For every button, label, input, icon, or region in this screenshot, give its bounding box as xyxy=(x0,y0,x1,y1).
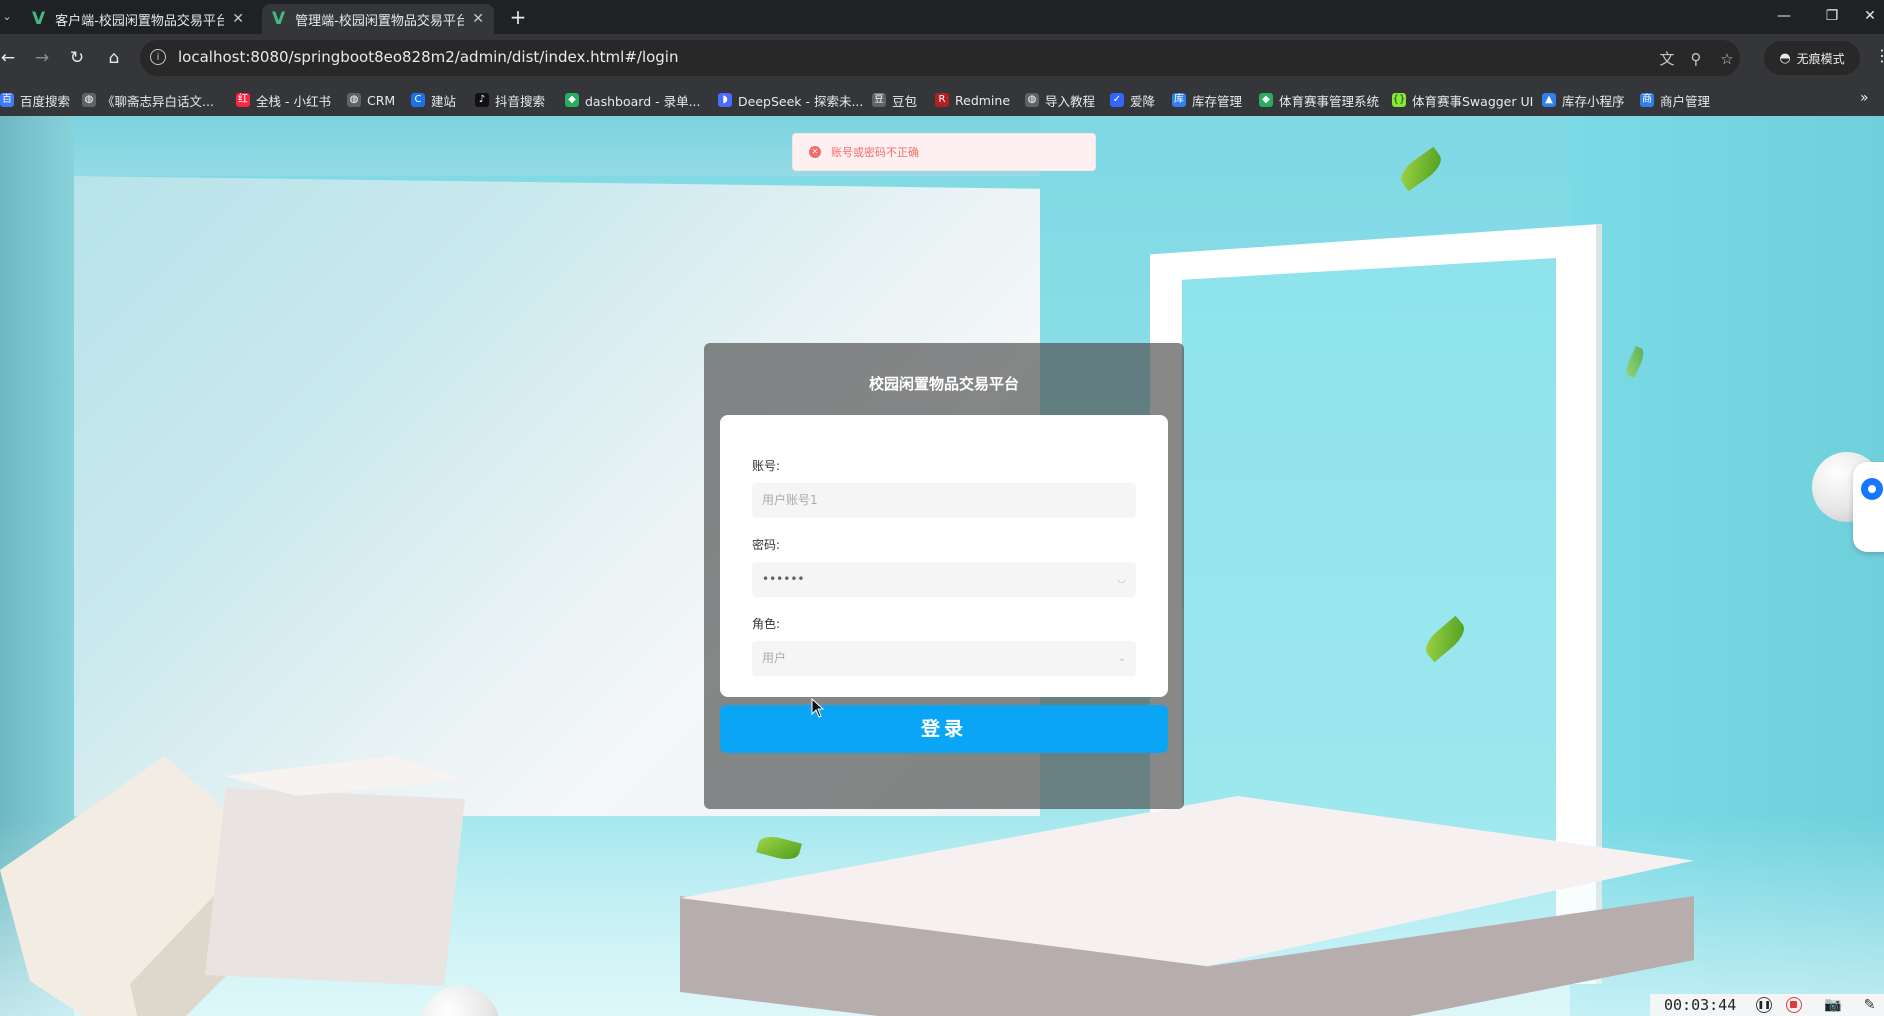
vue-logo-icon: V xyxy=(272,9,286,29)
camera-icon[interactable]: 📷 xyxy=(1824,997,1841,1013)
browser-tab-admin[interactable]: V 管理端-校园闲置物品交易平台 ✕ xyxy=(262,4,494,34)
baidu-icon: 百 xyxy=(0,93,14,107)
password-input[interactable]: •••••• ◡ xyxy=(752,562,1136,597)
douyin-icon: ♪ xyxy=(475,93,489,107)
bookmark-item[interactable]: ◆ dashboard - 录单... xyxy=(565,91,701,109)
restore-icon[interactable]: ❐ xyxy=(1812,0,1852,32)
close-tab-icon[interactable]: ✕ xyxy=(472,11,484,27)
tab-search-chevron-icon[interactable]: ⌄ xyxy=(0,6,14,28)
account-input[interactable]: 用户账号1 xyxy=(752,483,1136,518)
bookmark-item[interactable]: 红全栈 - 小红书 xyxy=(236,91,331,109)
bookmark-item[interactable]: 豆豆包 xyxy=(872,91,917,109)
browser-tab-client[interactable]: V 客户端-校园闲置物品交易平台 ✕ xyxy=(22,4,254,34)
home-icon[interactable]: ⌂ xyxy=(100,44,128,72)
reload-icon[interactable]: ↻ xyxy=(63,44,91,72)
incognito-icon: ◓ xyxy=(1779,50,1791,66)
screen-recorder-bar: 00:03:44 ❚❚ 📷 ✎ xyxy=(1650,994,1884,1016)
more-bookmarks-icon[interactable]: » xyxy=(1860,90,1869,106)
incognito-label: 无痕模式 xyxy=(1796,51,1845,66)
mouse-cursor-icon xyxy=(811,698,825,718)
leaf-decoration-icon xyxy=(1395,146,1447,192)
close-window-icon[interactable]: ✕ xyxy=(1856,0,1884,32)
bookmark-item[interactable]: C 建站 xyxy=(411,91,456,109)
pause-icon[interactable]: ❚❚ xyxy=(1756,997,1773,1013)
shield-icon: ✓ xyxy=(1110,93,1124,107)
browser-tab-bar: ⌄ V 客户端-校园闲置物品交易平台 ✕ V 管理端-校园闲置物品交易平台 ✕ … xyxy=(0,0,1884,34)
site-info-icon[interactable]: i xyxy=(150,49,166,65)
login-card: 校园闲置物品交易平台 账号: 用户账号1 密码: •••••• ◡ 角色: 用户… xyxy=(704,343,1184,809)
incognito-badge[interactable]: ◓ 无痕模式 xyxy=(1764,41,1860,75)
password-toggle-icon[interactable]: ◡ xyxy=(1117,562,1126,597)
app-icon: 商 xyxy=(1640,93,1654,107)
role-select[interactable]: 用户 ⌄ xyxy=(752,641,1136,676)
assistant-icon xyxy=(1861,478,1883,500)
minimize-icon[interactable]: — xyxy=(1764,0,1804,32)
recording-time: 00:03:44 xyxy=(1664,996,1737,1014)
bookmark-item[interactable]: ◍ 《聊斋志异白话文... xyxy=(82,91,214,109)
tab-title: 客户端-校园闲置物品交易平台 xyxy=(55,13,225,29)
doubao-icon: 豆 xyxy=(872,93,886,107)
globe-icon: ◍ xyxy=(347,93,361,107)
floating-assistant-widget[interactable] xyxy=(1853,462,1884,552)
tab-title: 管理端-校园闲置物品交易平台 xyxy=(295,13,465,29)
login-title: 校园闲置物品交易平台 xyxy=(868,375,1019,393)
site-icon: C xyxy=(411,93,425,107)
dashboard-icon: ◆ xyxy=(565,93,579,107)
swagger-icon: {} xyxy=(1392,93,1406,107)
bookmark-item[interactable]: 库库存管理 xyxy=(1172,91,1242,109)
globe-icon: ◍ xyxy=(1025,93,1039,107)
chevron-down-icon: ⌄ xyxy=(1117,653,1126,664)
xiaohongshu-icon: 红 xyxy=(236,93,250,107)
error-message-text: 账号或密码不正确 xyxy=(831,146,919,159)
bookmark-star-icon[interactable]: ☆ xyxy=(1716,48,1738,70)
account-label: 账号: xyxy=(752,459,781,473)
browser-toolbar: ← → ↻ ⌂ i localhost:8080/springboot8eo82… xyxy=(0,34,1884,82)
bookmark-item[interactable]: ✓ 爱降 xyxy=(1110,91,1155,109)
mini-app-icon: ▲ xyxy=(1542,93,1556,107)
error-circle-icon: ✕ xyxy=(809,146,821,158)
globe-icon: ◍ xyxy=(82,93,96,107)
stop-recording-icon[interactable] xyxy=(1786,997,1803,1013)
vue-logo-icon: V xyxy=(32,9,46,29)
bookmark-item[interactable]: ♪ 抖音搜索 xyxy=(475,91,545,109)
bookmark-item[interactable]: 百百度搜索 xyxy=(0,91,70,109)
bookmark-item[interactable]: R Redmine xyxy=(935,91,1010,109)
login-form: 账号: 用户账号1 密码: •••••• ◡ 角色: 用户 ⌄ xyxy=(720,415,1168,697)
dashboard-icon: ◆ xyxy=(1259,93,1273,107)
bookmark-item[interactable]: ◗ DeepSeek - 探索未... xyxy=(718,91,863,109)
deepseek-icon: ◗ xyxy=(718,93,732,107)
bookmark-item[interactable]: ◍ CRM xyxy=(347,91,395,109)
role-value: 用户 xyxy=(762,651,787,665)
zoom-icon[interactable]: ⚲ xyxy=(1685,48,1707,70)
password-value: •••••• xyxy=(762,572,805,586)
login-button[interactable]: 登录 xyxy=(720,705,1168,753)
error-message: ✕ 账号或密码不正确 xyxy=(792,133,1096,171)
password-label: 密码: xyxy=(752,538,781,552)
bookmark-item[interactable]: ◆ 体育赛事管理系统 xyxy=(1259,91,1379,109)
close-tab-icon[interactable]: ✕ xyxy=(232,11,244,27)
bookmarks-bar: 百百度搜索 ◍ 《聊斋志异白话文... 红全栈 - 小红书 ◍ CRM C 建站 ♪ 抖… xyxy=(0,82,1884,117)
browser-menu-icon[interactable]: ⋮ xyxy=(1874,46,1884,65)
redmine-icon: R xyxy=(935,93,949,107)
address-bar[interactable]: i localhost:8080/springboot8eo828m2/admi… xyxy=(140,40,1740,76)
bookmark-item[interactable]: ◍ 导入教程 xyxy=(1025,91,1095,109)
url-text[interactable]: localhost:8080/springboot8eo828m2/admin/… xyxy=(178,48,679,66)
app-icon: 库 xyxy=(1172,93,1186,107)
bookmark-item[interactable]: {} 体育赛事Swagger UI xyxy=(1392,91,1533,109)
bookmark-item[interactable]: ▲ 库存小程序 xyxy=(1542,91,1625,109)
forward-arrow-icon[interactable]: → xyxy=(28,44,56,72)
back-arrow-icon[interactable]: ← xyxy=(0,44,22,72)
bookmark-item[interactable]: 商商户管理 xyxy=(1640,91,1710,109)
translate-icon[interactable]: 文 xyxy=(1656,48,1678,70)
new-tab-icon[interactable]: + xyxy=(505,4,531,30)
background-cube xyxy=(205,788,465,986)
pen-icon[interactable]: ✎ xyxy=(1864,997,1876,1013)
role-label: 角色: xyxy=(752,617,781,631)
